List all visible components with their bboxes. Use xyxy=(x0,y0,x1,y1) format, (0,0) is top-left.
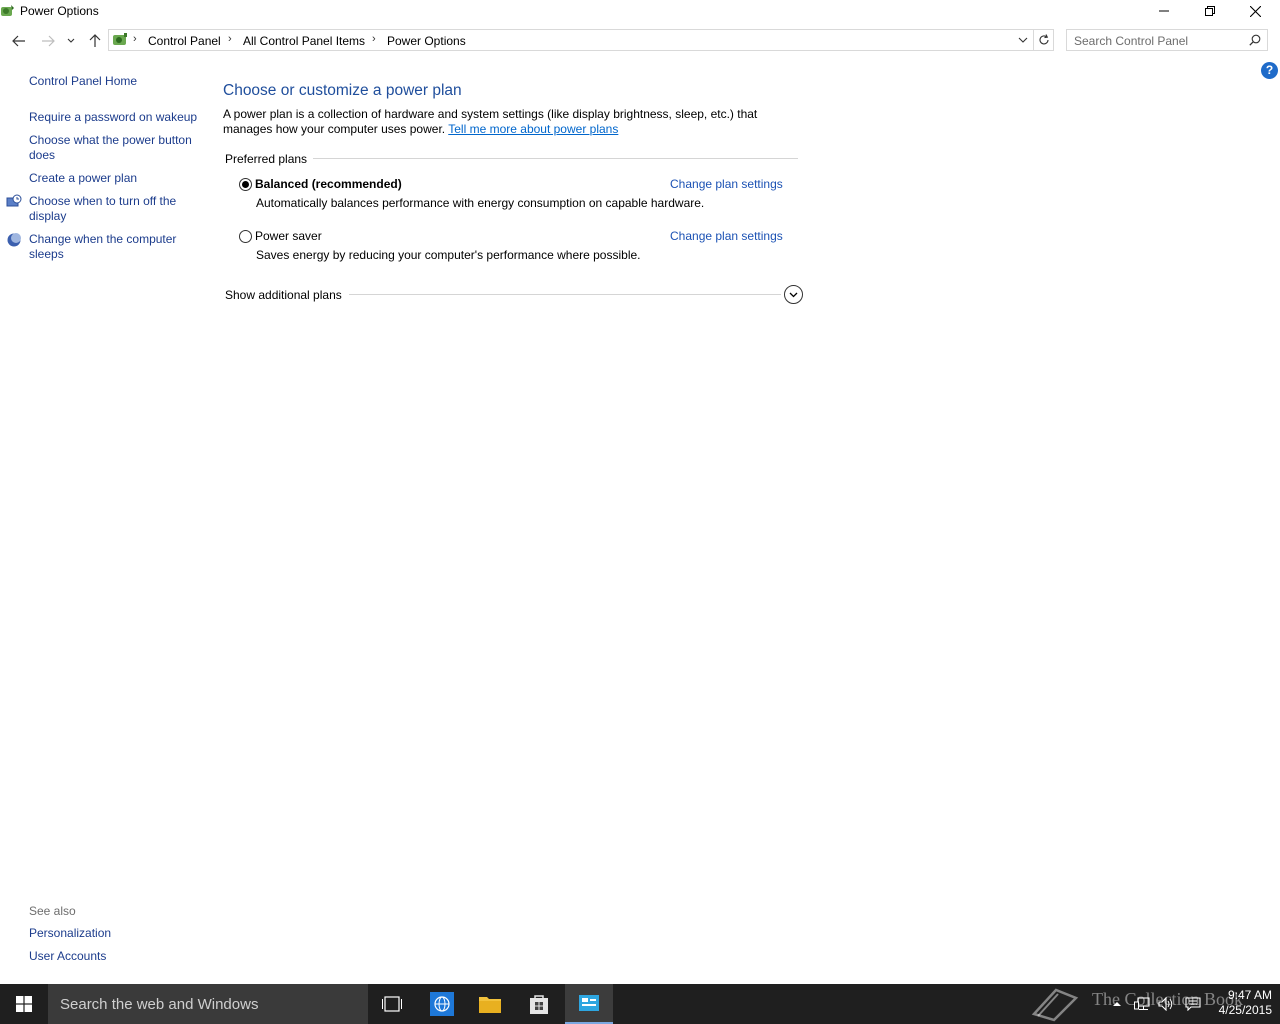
taskbar-file-explorer-button[interactable] xyxy=(466,984,514,1024)
chevron-down-icon xyxy=(1018,37,1028,43)
arrow-up-icon xyxy=(89,34,101,47)
start-button[interactable] xyxy=(0,984,48,1024)
taskbar-search-text: Search the web and Windows xyxy=(60,996,259,1013)
store-bag-icon xyxy=(530,995,548,1014)
network-button[interactable] xyxy=(1131,984,1153,1024)
taskbar-control-panel-button[interactable] xyxy=(565,984,613,1024)
breadcrumb-separator[interactable]: › xyxy=(372,33,376,45)
search-input[interactable] xyxy=(1074,33,1242,48)
plan-balanced-radio[interactable] xyxy=(239,178,252,191)
refresh-button[interactable] xyxy=(1034,29,1054,51)
refresh-icon xyxy=(1039,34,1049,45)
close-icon xyxy=(1249,5,1261,17)
breadcrumb-power-options[interactable]: Power Options xyxy=(387,34,466,48)
action-center-button[interactable] xyxy=(1182,984,1204,1024)
chevron-down-icon xyxy=(67,38,75,43)
page-title: Choose or customize a power plan xyxy=(223,82,462,99)
arrow-right-icon xyxy=(42,35,55,47)
sidebar-link-power-button[interactable]: Choose what the power button does xyxy=(29,133,199,163)
task-view-button[interactable] xyxy=(368,984,416,1024)
divider xyxy=(349,294,781,295)
plan-power-saver-radio[interactable] xyxy=(239,230,252,243)
address-bar[interactable]: › Control Panel › All Control Panel Item… xyxy=(108,29,1034,51)
show-hidden-icons-button[interactable] xyxy=(1108,984,1126,1024)
learn-more-link[interactable]: Tell me more about power plans xyxy=(448,122,618,136)
speaker-icon xyxy=(1158,997,1173,1011)
windows-logo-icon xyxy=(16,996,32,1012)
search-box[interactable] xyxy=(1066,29,1268,51)
network-icon xyxy=(1134,997,1150,1010)
sidebar-link-computer-sleeps[interactable]: Change when the computer sleeps xyxy=(29,232,199,262)
power-options-icon xyxy=(1,5,14,16)
plan-balanced-name[interactable]: Balanced (recommended) xyxy=(255,177,402,191)
plan-balanced-change-link[interactable]: Change plan settings xyxy=(670,177,783,191)
sidebar-link-control-panel-home[interactable]: Control Panel Home xyxy=(29,74,199,89)
plan-power-saver-change-link[interactable]: Change plan settings xyxy=(670,229,783,243)
up-button[interactable] xyxy=(84,30,106,52)
clock-time: 9:47 AM xyxy=(1227,988,1272,1002)
help-icon: ? xyxy=(1265,63,1274,77)
forward-button[interactable] xyxy=(37,30,59,52)
watermark-book-icon xyxy=(1031,988,1079,1022)
control-panel-icon xyxy=(579,995,599,1011)
minimize-button[interactable] xyxy=(1141,0,1187,22)
breadcrumb-all-items[interactable]: All Control Panel Items xyxy=(243,34,365,48)
minimize-icon xyxy=(1159,10,1169,12)
task-view-icon xyxy=(382,996,402,1012)
close-button[interactable] xyxy=(1232,0,1278,22)
navigation-bar: › Control Panel › All Control Panel Item… xyxy=(0,28,1280,54)
sleep-moon-icon xyxy=(7,233,21,247)
globe-icon xyxy=(430,992,454,1016)
back-button[interactable] xyxy=(8,30,30,52)
taskbar-browser-button[interactable] xyxy=(418,984,466,1024)
see-also-label: See also xyxy=(29,904,76,918)
radio-selected-dot xyxy=(242,181,249,188)
breadcrumb-separator[interactable]: › xyxy=(133,33,137,45)
taskbar-search-box[interactable]: Search the web and Windows xyxy=(48,984,368,1024)
notification-icon xyxy=(1185,997,1201,1011)
display-timer-icon xyxy=(6,194,22,207)
sidebar-link-turn-off-display[interactable]: Choose when to turn off the display xyxy=(29,194,199,224)
arrow-left-icon xyxy=(12,35,25,47)
chevron-down-icon xyxy=(789,292,798,297)
plan-balanced-description: Automatically balances performance with … xyxy=(256,196,705,210)
help-button[interactable]: ? xyxy=(1261,62,1278,79)
volume-button[interactable] xyxy=(1155,984,1177,1024)
taskbar-clock[interactable]: 9:47 AM 4/25/2015 xyxy=(1206,988,1272,1018)
clock-date: 4/25/2015 xyxy=(1218,1003,1272,1017)
show-additional-plans-label[interactable]: Show additional plans xyxy=(225,288,342,302)
restore-icon xyxy=(1205,6,1215,16)
search-icon[interactable] xyxy=(1249,34,1261,46)
preferred-plans-label: Preferred plans xyxy=(225,152,314,166)
title-bar: Power Options xyxy=(0,0,1280,22)
window-title: Power Options xyxy=(20,4,99,18)
divider xyxy=(313,158,798,159)
page-description: A power plan is a collection of hardware… xyxy=(223,107,808,137)
left-sidebar: Control Panel Home Require a password on… xyxy=(0,60,205,980)
sidebar-link-require-password[interactable]: Require a password on wakeup xyxy=(29,110,199,125)
control-panel-icon xyxy=(113,33,127,45)
plan-power-saver-name[interactable]: Power saver xyxy=(255,229,322,243)
sidebar-link-user-accounts[interactable]: User Accounts xyxy=(29,949,199,964)
plan-power-saver-description: Saves energy by reducing your computer's… xyxy=(256,248,641,262)
taskbar-store-button[interactable] xyxy=(515,984,563,1024)
sidebar-link-create-plan[interactable]: Create a power plan xyxy=(29,171,199,186)
taskbar: Search the web and Windows The Collectio… xyxy=(0,984,1280,1024)
folder-icon xyxy=(479,997,501,1013)
recent-locations-button[interactable] xyxy=(61,30,81,52)
chevron-up-icon xyxy=(1113,1002,1121,1006)
expand-additional-plans-button[interactable] xyxy=(784,285,803,304)
breadcrumb-control-panel[interactable]: Control Panel xyxy=(148,34,221,48)
sidebar-link-personalization[interactable]: Personalization xyxy=(29,926,199,941)
breadcrumb-separator[interactable]: › xyxy=(228,33,232,45)
restore-button[interactable] xyxy=(1187,0,1233,22)
address-dropdown-button[interactable] xyxy=(1015,33,1031,47)
